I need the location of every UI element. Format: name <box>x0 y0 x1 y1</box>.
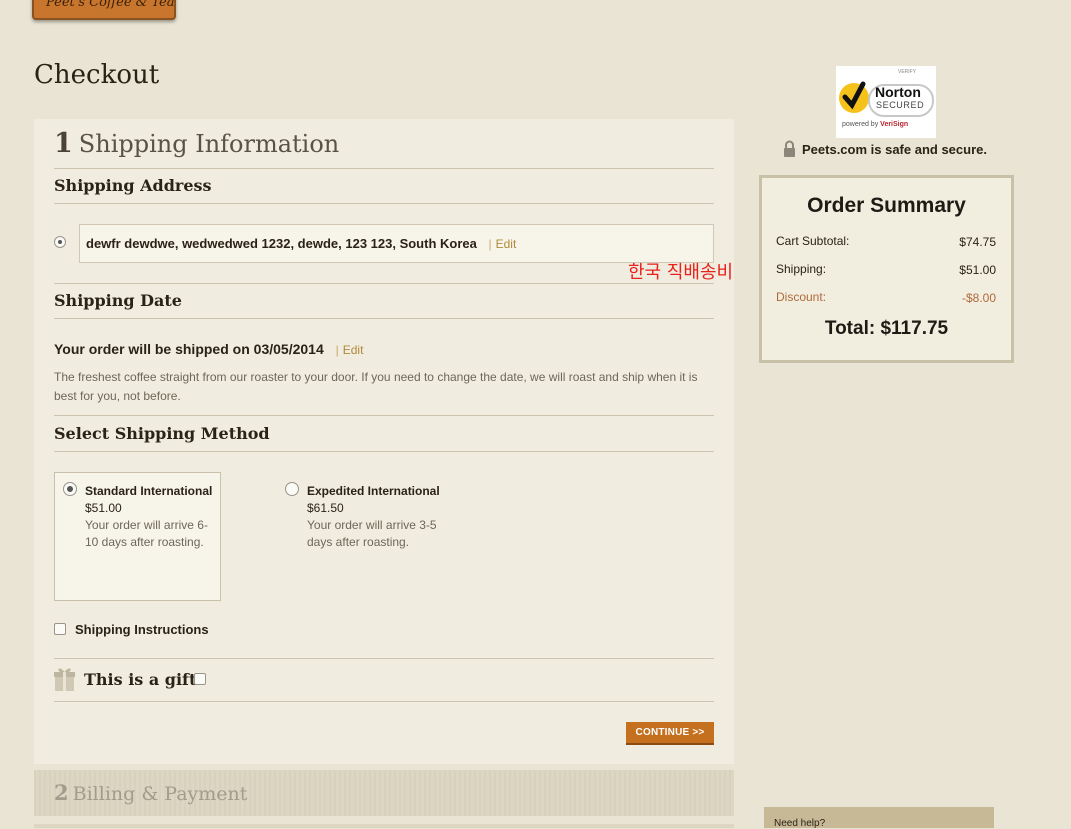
next-section-bar <box>34 824 734 828</box>
summary-label: Shipping: <box>776 262 827 276</box>
site-logo[interactable]: Peet's Coffee & Tea <box>32 0 176 20</box>
shipping-date-heading: Shipping Date <box>54 291 182 310</box>
divider <box>54 701 714 702</box>
expedited-method-details: Expedited International $61.50 Your orde… <box>307 483 442 551</box>
standard-radio[interactable] <box>63 482 77 496</box>
expedited-radio[interactable] <box>285 482 299 496</box>
need-help-label: Need help? <box>774 818 826 829</box>
summary-label: Cart Subtotal: <box>776 234 850 248</box>
need-help-box[interactable]: Need help? <box>764 807 994 829</box>
gift-label: This is a gift <box>84 670 197 689</box>
shipping-address-heading: Shipping Address <box>54 176 212 195</box>
ship-date-description: The freshest coffee straight from our ro… <box>54 370 698 403</box>
shipping-instructions-checkbox[interactable] <box>54 623 66 635</box>
order-total: Total: $117.75 <box>759 318 1014 340</box>
page-title: Checkout <box>34 60 160 90</box>
gift-checkbox[interactable] <box>194 673 206 685</box>
summary-label: Discount: <box>776 290 827 304</box>
summary-value: $51.00 <box>959 263 996 277</box>
ship-date: 03/05/2014 <box>253 341 324 357</box>
method-price: $51.00 <box>85 501 122 515</box>
order-summary-title: Order Summary <box>807 194 966 217</box>
gift-icon <box>54 668 75 691</box>
total-label: Total: <box>824 318 876 339</box>
badge-secured: SECURED <box>876 100 925 110</box>
divider <box>54 168 714 169</box>
norton-secured-badge[interactable]: VERIFY Norton SECURED powered by VeriSig… <box>836 66 936 138</box>
address-card: dewfr dewdwe, wedwedwed 1232, dewde, 123… <box>79 224 714 263</box>
logo-text: Peet's Coffee & Tea <box>46 0 175 10</box>
shipping-method-heading: Select Shipping Method <box>54 424 270 443</box>
badge-powered-by: powered by VeriSign <box>842 121 909 128</box>
divider <box>54 283 714 284</box>
address-edit-link[interactable]: | Edit <box>488 237 516 251</box>
step-number: 1 <box>54 128 73 159</box>
badge-brand: Norton <box>875 84 921 100</box>
summary-value: $74.75 <box>959 235 996 249</box>
divider <box>54 318 714 319</box>
shipping-cost-annotation: 한국 직배송비 <box>628 262 734 283</box>
method-name: Standard International <box>85 484 213 498</box>
divider <box>54 658 714 659</box>
total-value: $117.75 <box>880 318 949 339</box>
shipping-section-heading: 1 Shipping Information <box>54 128 339 159</box>
address-radio[interactable] <box>54 236 66 248</box>
billing-section-heading[interactable]: 2 Billing & Payment <box>54 780 247 805</box>
divider <box>54 415 714 416</box>
badge-verify: VERIFY <box>898 69 917 75</box>
ship-date-line: Your order will be shipped on 03/05/2014… <box>54 341 364 357</box>
secure-text: Peets.com is safe and secure. <box>802 142 987 157</box>
divider <box>54 203 714 204</box>
address-text: dewfr dewdwe, wedwedwed 1232, dewde, 123… <box>86 236 477 251</box>
method-note: Your order will arrive 6-10 days after r… <box>85 518 208 549</box>
ship-date-edit-link[interactable]: | Edit <box>336 343 364 357</box>
continue-button[interactable]: CONTINUE >> <box>626 722 714 745</box>
divider <box>54 451 714 452</box>
method-note: Your order will arrive 3-5 days after ro… <box>307 518 437 549</box>
shipping-instructions-label[interactable]: Shipping Instructions <box>75 622 209 637</box>
standard-method-details: Standard International $51.00 Your order… <box>85 483 215 551</box>
summary-value: -$8.00 <box>961 291 996 305</box>
method-name: Expedited International <box>307 484 440 498</box>
method-price: $61.50 <box>307 501 344 515</box>
step-title: Shipping Information <box>78 130 340 158</box>
lock-icon <box>784 140 795 157</box>
